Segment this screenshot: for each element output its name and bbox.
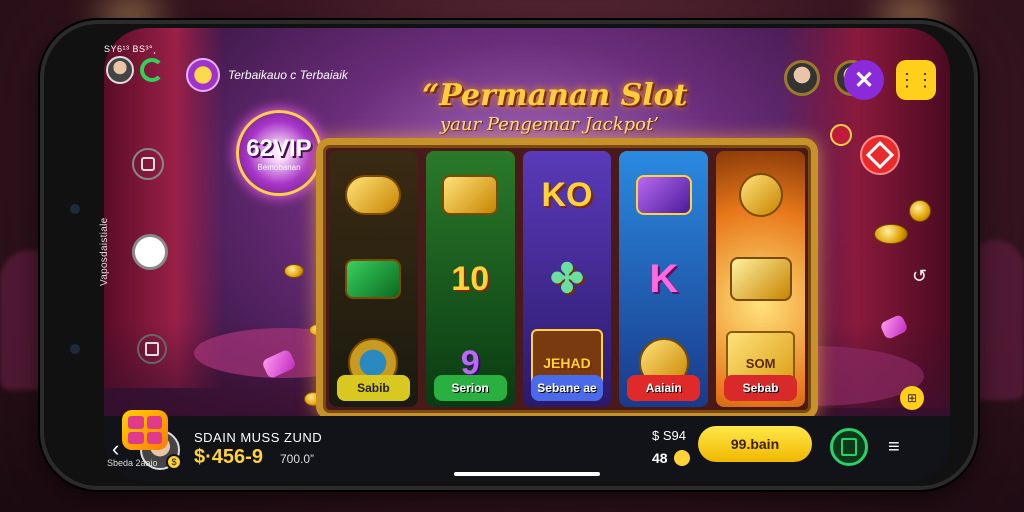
vip-badge[interactable]: 62VIP Bemobanan — [236, 110, 322, 196]
reel[interactable]: KO ✤ JEHAD Sebane ae — [522, 151, 612, 407]
slot-symbol-bar — [430, 155, 511, 235]
close-button[interactable]: ✕ — [844, 60, 884, 100]
player-avatar[interactable] — [784, 60, 820, 96]
status-time: SY6¹³ BS³°¸ — [104, 44, 157, 54]
sensor-dot — [70, 204, 80, 214]
coin-badge-icon: $ — [166, 454, 182, 470]
reel[interactable]: SOM Sebab — [716, 151, 805, 407]
reel-button[interactable]: Sebab — [724, 375, 797, 401]
reel[interactable]: K Aaiain — [619, 151, 709, 407]
balance-sub: 700.0” — [280, 452, 315, 466]
reel-button[interactable]: Aaiain — [627, 375, 701, 401]
game-subtitle: yaur Pengemar Jackpot’ — [440, 114, 659, 135]
sensor-dot — [70, 344, 80, 354]
bet-amount: $ S94 — [652, 428, 686, 443]
slot-symbol-scroll — [720, 239, 801, 319]
coin-icon — [909, 200, 931, 222]
slot-symbol-feather — [333, 239, 414, 319]
refresh-icon[interactable] — [140, 58, 164, 82]
game-title: “Permanan Slot — [422, 78, 688, 113]
game-screen: Terbaikauo c Terbaiaik “Permanan Slot ya… — [104, 28, 950, 482]
slot-symbol-scroll — [623, 155, 704, 235]
brand-name: Terbaikauo c Terbaiaik — [228, 68, 348, 82]
balance: $·456-9 — [194, 446, 263, 468]
share-button[interactable] — [860, 135, 900, 175]
slot-symbol-clover: ✤ — [550, 257, 584, 301]
reels-grid: Sabib 10 9 Serion KO ✤ JEHAD Sebane ae K… — [329, 151, 805, 407]
menu-button[interactable]: ⋮⋮ — [896, 60, 936, 100]
vip-label: 62VIP — [246, 134, 312, 162]
reel-button[interactable]: Serion — [433, 375, 507, 401]
reel[interactable]: 10 9 Serion — [425, 151, 515, 407]
app-caption: Sbeda 2aaio — [107, 458, 158, 468]
phone-frame: Terbaikauo c Terbaiaik “Permanan Slot ya… — [40, 20, 978, 490]
reel-button[interactable]: Sabib — [337, 375, 410, 401]
more-icon[interactable]: ≡ — [888, 436, 900, 459]
username: SDAIN MUSS ZUND — [194, 430, 323, 445]
autoplay-button[interactable] — [830, 428, 868, 466]
slot-symbol-scroll — [333, 155, 414, 235]
gallery-button[interactable] — [137, 334, 167, 364]
camera-switch-icon[interactable] — [132, 148, 164, 180]
bet-lines: 48 — [652, 450, 668, 466]
slot-symbol-10: 10 — [451, 259, 490, 298]
close-small-button[interactable] — [830, 124, 852, 146]
spin-button[interactable]: 99.bain — [698, 426, 812, 462]
home-indicator[interactable] — [454, 472, 600, 476]
coin-icon — [284, 264, 304, 278]
slot-symbol-ko: KO — [541, 175, 593, 214]
app-launcher-icon[interactable] — [122, 410, 168, 450]
profile-avatar[interactable] — [106, 56, 134, 84]
reel[interactable]: Sabib — [329, 151, 418, 407]
brand-logo-icon[interactable] — [186, 58, 220, 92]
slot-symbol-k: K — [649, 256, 679, 301]
coin-icon — [674, 450, 690, 466]
bottom-bar: ‹ $ SDAIN MUSS ZUND $·456-9 700.0” $ S94… — [104, 416, 950, 482]
slot-machine: Sabib 10 9 Serion KO ✤ JEHAD Sebane ae K… — [316, 138, 818, 420]
slot-symbol-coins — [720, 155, 801, 235]
coin-icon — [874, 224, 908, 244]
vip-sublabel: Bemobanan — [257, 162, 301, 172]
capture-button[interactable] — [132, 234, 168, 270]
info-icon[interactable]: ⊞ — [900, 386, 924, 410]
reel-button[interactable]: Sebane ae — [530, 375, 604, 401]
rotate-icon[interactable]: ↺ — [912, 266, 927, 287]
side-vertical-label: Vaposdaistiale — [99, 217, 110, 286]
